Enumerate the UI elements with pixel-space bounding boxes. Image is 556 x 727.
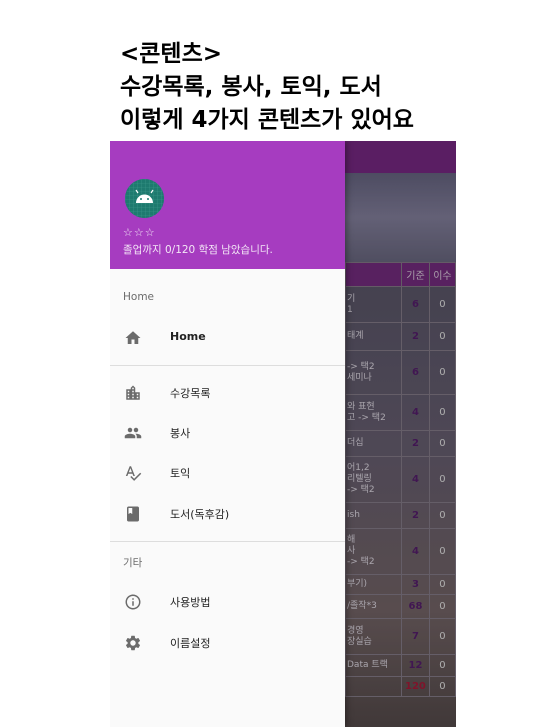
graduation-progress-text: 졸업까지 0/120 학점 남았습니다. (123, 244, 273, 256)
section-title-other: 기타 (123, 557, 143, 569)
divider (110, 541, 345, 542)
section-title-home: Home (123, 291, 155, 303)
android-avatar-icon (125, 179, 164, 218)
drawer-item-how-to-use[interactable]: 사용방법 (110, 583, 345, 621)
spellcheck-icon (124, 464, 142, 482)
drawer-item-label: 사용방법 (170, 596, 211, 609)
drawer-item-name-settings[interactable]: 이름설정 (110, 624, 345, 662)
navigation-drawer: ☆☆☆ 졸업까지 0/120 학점 남았습니다. Home Home 수강목록 … (110, 141, 345, 727)
drawer-item-label: 이름설정 (170, 637, 211, 650)
drawer-item-toeic[interactable]: 토익 (110, 454, 345, 492)
drawer-item-books[interactable]: 도서(독후감) (110, 495, 345, 533)
gear-icon (124, 634, 142, 652)
drawer-item-label: 수강목록 (170, 387, 211, 400)
book-icon (124, 505, 142, 523)
drawer-item-volunteer[interactable]: 봉사 (110, 414, 345, 452)
caption-line-1: <콘텐츠> (120, 41, 223, 67)
divider (110, 365, 345, 366)
info-icon (124, 593, 142, 611)
rating-stars: ☆☆☆ (123, 226, 156, 239)
drawer-header: ☆☆☆ 졸업까지 0/120 학점 남았습니다. (110, 141, 345, 269)
drawer-item-label: 토익 (170, 467, 191, 480)
caption: <콘텐츠> 수강목록, 봉사, 토익, 도서 이렇게 4가지 콘텐츠가 있어요 (120, 38, 414, 137)
drawer-item-courses[interactable]: 수강목록 (110, 374, 345, 412)
drawer-item-label: Home (170, 330, 206, 343)
drawer-item-label: 도서(독후감) (170, 508, 230, 521)
caption-line-2: 수강목록, 봉사, 토익, 도서 (120, 74, 382, 100)
people-icon (124, 424, 142, 442)
drawer-item-home[interactable]: Home (110, 319, 345, 357)
drawer-item-label: 봉사 (170, 427, 191, 440)
caption-line-3: 이렇게 4가지 콘텐츠가 있어요 (120, 107, 414, 133)
building-icon (124, 384, 142, 402)
home-icon (124, 329, 142, 347)
phone-screen: 기준 이수 기 1 6 0 태계 2 0 -> 택2 세미나 6 0 와 표현 고 -> 택2 4 0… (110, 141, 456, 727)
